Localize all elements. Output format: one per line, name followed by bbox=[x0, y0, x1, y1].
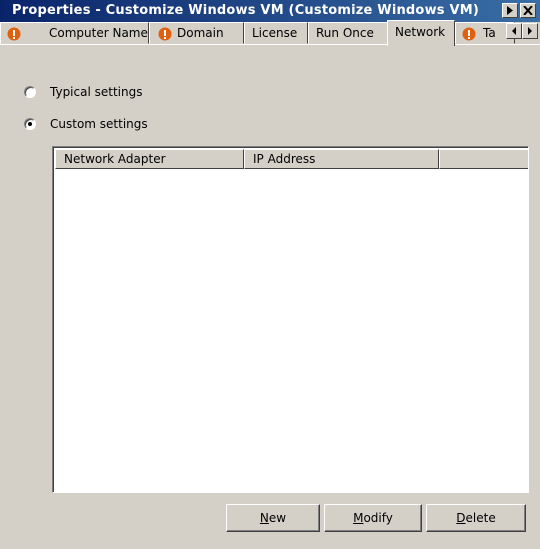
error-icon bbox=[7, 27, 21, 41]
tab-label: Domain bbox=[177, 26, 224, 40]
column-ip-address[interactable]: IP Address bbox=[244, 149, 439, 169]
tab-network[interactable]: Network bbox=[387, 20, 455, 46]
tab-label: Run Once bbox=[316, 26, 374, 40]
access-key: D bbox=[456, 511, 466, 525]
help-arrow-icon[interactable] bbox=[502, 3, 518, 18]
error-icon bbox=[462, 27, 476, 41]
error-icon bbox=[158, 27, 172, 41]
title-bar: Properties - Customize Windows VM (Custo… bbox=[0, 0, 540, 22]
tab-label: Network bbox=[395, 25, 446, 39]
delete-button[interactable]: Delete bbox=[426, 504, 526, 532]
tab-label: Ta bbox=[483, 26, 496, 40]
button-label: elete bbox=[465, 511, 496, 525]
tab-strip-edge bbox=[0, 44, 540, 45]
network-adapter-list[interactable]: Network Adapter IP Address bbox=[52, 146, 529, 493]
tab-scroll-right-icon[interactable] bbox=[522, 23, 538, 39]
access-key: N bbox=[259, 511, 269, 525]
column-network-adapter[interactable]: Network Adapter bbox=[55, 149, 244, 169]
tab-computer-name[interactable]: Computer Name bbox=[0, 22, 149, 44]
button-label: ew bbox=[268, 511, 287, 525]
typical-settings-label: Typical settings bbox=[50, 85, 143, 99]
list-header: Network Adapter IP Address bbox=[55, 149, 528, 169]
modify-button[interactable]: Modify bbox=[324, 504, 422, 532]
tab-domain[interactable]: Domain bbox=[149, 22, 244, 44]
window-title: Properties - Customize Windows VM (Custo… bbox=[12, 3, 479, 18]
tab-run-once[interactable]: Run Once bbox=[308, 22, 388, 44]
close-icon[interactable] bbox=[520, 3, 536, 18]
column-label: IP Address bbox=[253, 152, 316, 166]
tab-license[interactable]: License bbox=[244, 22, 308, 44]
column-label: Network Adapter bbox=[64, 152, 166, 166]
button-label: odify bbox=[363, 511, 393, 525]
tab-scroll-left-icon[interactable] bbox=[506, 23, 522, 39]
radio-circle[interactable] bbox=[24, 86, 36, 98]
new-button[interactable]: New bbox=[226, 504, 320, 532]
custom-settings-label: Custom settings bbox=[50, 117, 148, 131]
radio-circle[interactable] bbox=[24, 118, 36, 130]
tab-label: License bbox=[252, 26, 298, 40]
access-key: M bbox=[353, 511, 364, 525]
column-empty[interactable] bbox=[439, 149, 528, 169]
tab-label: Computer Name bbox=[49, 26, 148, 40]
radio-dot bbox=[28, 122, 32, 126]
